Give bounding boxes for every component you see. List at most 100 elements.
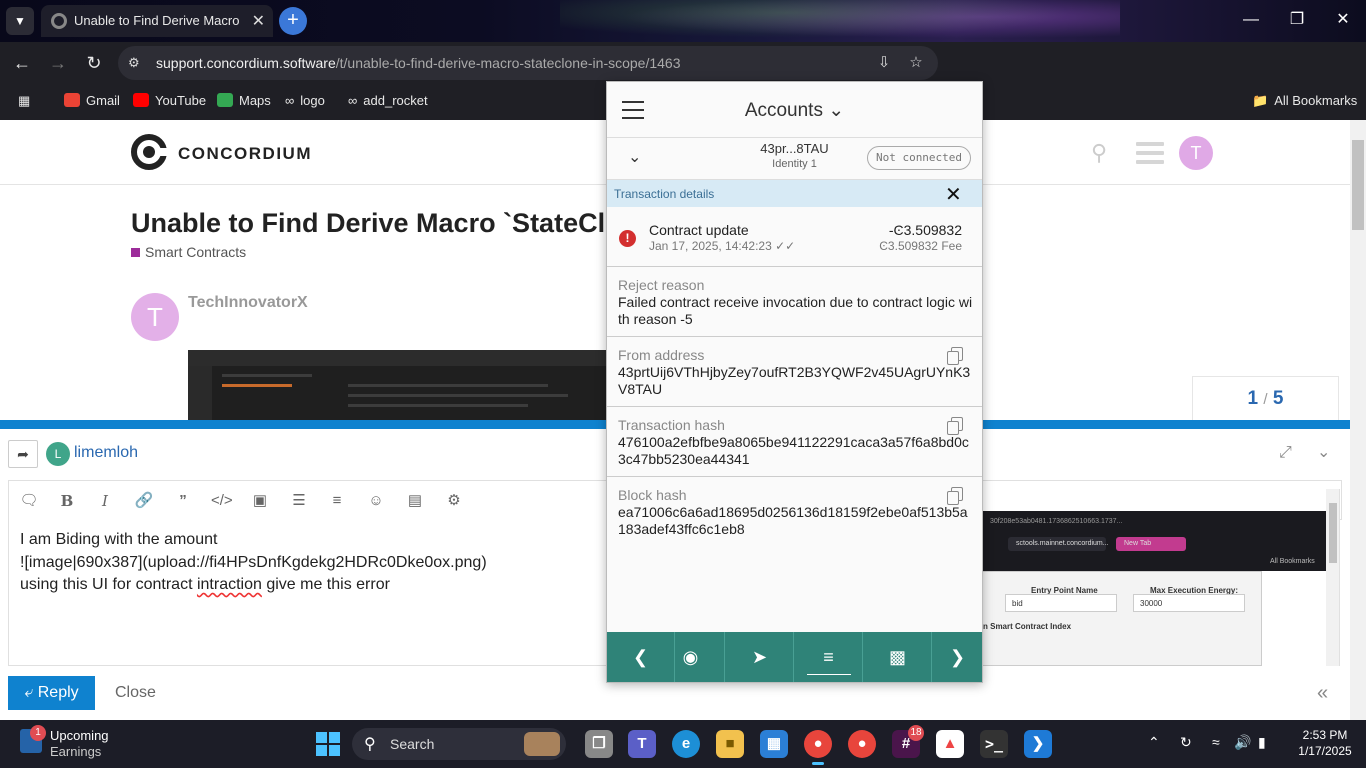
transaction-details-bar: Transaction details ✕ <box>607 180 982 207</box>
browser-tab-active[interactable]: Unable to Find Derive Macro `StateClone`… <box>41 5 273 37</box>
teams-icon[interactable]: T <box>628 730 656 758</box>
reply-share-icon[interactable]: ➦ <box>8 440 38 468</box>
taskbar-clock[interactable]: 2:53 PM 1/17/2025 <box>1290 727 1360 759</box>
wallet-header: Accounts ⌄ <box>607 82 982 138</box>
hamburger-menu-icon[interactable] <box>1136 142 1164 164</box>
italic-icon[interactable]: I <box>95 491 115 511</box>
forward-button[interactable]: → <box>46 51 70 75</box>
bookmark-add-rocket[interactable]: ∞ add_rocket <box>348 93 428 108</box>
copy-icon[interactable] <box>947 347 963 365</box>
volume-icon[interactable]: 🔊 <box>1234 734 1251 751</box>
wifi-icon[interactable]: ≈ <box>1212 734 1220 750</box>
minimize-button[interactable]: — <box>1228 8 1274 34</box>
close-composer-button[interactable]: Close <box>115 684 156 702</box>
editor-line: I am Biding with the amount <box>20 531 218 548</box>
chrome-profile-icon[interactable]: ● <box>848 730 876 758</box>
battery-icon[interactable]: ▮ <box>1258 734 1266 751</box>
post-author-name[interactable]: TechInnovatorX <box>188 294 308 312</box>
widget-title[interactable]: Upcoming <box>50 728 109 743</box>
field-value: 476100a2efbfbe9a8065be941122291caca3a57f… <box>618 434 969 467</box>
quote-bubble-icon[interactable]: 🗨 <box>19 491 39 511</box>
address-bar[interactable]: ⚙ support.concordium.software/t/unable-t… <box>118 46 938 80</box>
bookmark-star-icon[interactable]: ☆ <box>906 53 926 73</box>
calendar-icon[interactable]: ▤ <box>405 491 425 511</box>
nav-transactions-icon[interactable]: ≡ <box>795 632 863 682</box>
preview-address: 30f208e53ab0481.1736862510663.1737... <box>990 518 1123 525</box>
vscode-icon[interactable]: ❯ <box>1024 730 1052 758</box>
bookmark-gmail[interactable]: Gmail <box>64 93 120 108</box>
bold-icon[interactable]: B <box>57 491 77 511</box>
app-icon[interactable]: ▲ <box>936 730 964 758</box>
file-explorer-icon[interactable]: ■ <box>716 730 744 758</box>
transaction-summary: ! Contract update Jan 17, 2025, 14:42:23… <box>607 207 982 267</box>
restore-button[interactable]: ❐ <box>1274 8 1320 34</box>
misspelled-word[interactable]: intraction <box>197 576 262 593</box>
concordium-logo-icon[interactable] <box>131 134 169 170</box>
code-icon[interactable]: </> <box>211 491 233 511</box>
task-view-icon[interactable]: ❐ <box>585 730 613 758</box>
fullscreen-icon[interactable]: ⤢ <box>1279 444 1292 462</box>
all-bookmarks[interactable]: 📁 All Bookmarks <box>1252 93 1357 109</box>
chrome-icon[interactable]: ● <box>804 730 832 765</box>
tab-close-icon[interactable]: ✕ <box>252 11 265 31</box>
terminal-icon[interactable]: >_ <box>980 730 1008 758</box>
bullet-list-icon[interactable]: ☰ <box>289 491 309 511</box>
numbered-list-icon[interactable]: ≡ <box>327 491 347 511</box>
edge-icon[interactable]: e <box>672 730 700 758</box>
preview-field: 30000 <box>1133 594 1245 612</box>
reply-to-user[interactable]: limemloh <box>74 444 138 462</box>
wallet-bottom-nav: ❮ ◉ ➤ ≡ ▩ ❯ <box>607 632 982 682</box>
new-tab-button[interactable]: + <box>279 7 307 35</box>
post-author-avatar[interactable]: T <box>131 293 179 341</box>
wallet-title[interactable]: Accounts ⌄ <box>607 99 982 122</box>
site-info-icon[interactable]: ⚙ <box>128 54 146 72</box>
reply-button[interactable]: ⤶ Reply <box>8 676 95 710</box>
nav-ccd-icon[interactable]: ◉ <box>657 632 725 682</box>
copy-icon[interactable] <box>947 487 963 505</box>
apps-grid-icon[interactable]: ▦ <box>18 93 30 109</box>
preview-scrollbar[interactable] <box>1326 489 1339 666</box>
bookmark-maps[interactable]: Maps <box>217 93 271 108</box>
transaction-amount: -Ͼ3.509832 <box>888 222 962 238</box>
category-color-icon <box>131 248 140 257</box>
user-avatar[interactable]: T <box>1179 136 1213 170</box>
tray-sync-icon[interactable]: ↻ <box>1180 734 1192 751</box>
topic-category[interactable]: Smart Contracts <box>131 244 246 260</box>
settings-gear-icon[interactable]: ⚙ <box>444 491 464 511</box>
maps-icon <box>217 93 233 107</box>
window-close-button[interactable]: ✕ <box>1320 8 1366 34</box>
from-address-field: From address 43prtUij6VThHjbyZey7oufRT2B… <box>607 337 982 407</box>
nav-send-icon[interactable]: ➤ <box>726 632 794 682</box>
page-scrollbar[interactable] <box>1350 120 1366 720</box>
reload-button[interactable]: ↻ <box>82 51 106 75</box>
youtube-icon <box>133 93 149 107</box>
install-app-icon[interactable]: ⇩ <box>874 53 894 73</box>
tab-search-button[interactable]: ▼ <box>6 7 34 35</box>
link-icon[interactable]: 🔗 <box>134 491 154 511</box>
ms-store-icon[interactable]: ▦ <box>760 730 788 758</box>
bookmark-logo[interactable]: ∞ logo <box>285 93 325 108</box>
blockquote-icon[interactable]: ” <box>173 491 193 511</box>
tray-chevron-up-icon[interactable]: ⌃ <box>1148 734 1160 751</box>
back-button[interactable]: ← <box>10 51 34 75</box>
post-screenshot-image[interactable] <box>188 350 608 420</box>
nav-qr-icon[interactable]: ▩ <box>864 632 932 682</box>
image-upload-icon[interactable]: ▣ <box>250 491 270 511</box>
reply-editor[interactable]: I am Biding with the amount ![image|690x… <box>8 519 608 666</box>
close-details-icon[interactable]: ✕ <box>945 182 962 207</box>
transaction-type: Contract update <box>649 222 749 238</box>
double-chevron-left-icon[interactable]: « <box>1317 682 1328 705</box>
collapse-composer-icon[interactable]: ⌄ <box>1317 442 1330 462</box>
emoji-icon[interactable]: ☺ <box>366 491 386 511</box>
copy-icon[interactable] <box>947 417 963 435</box>
url-text: support.concordium.software/t/unable-to-… <box>156 55 681 71</box>
taskbar-search[interactable]: ⚲ Search <box>352 728 566 760</box>
search-icon[interactable]: ⚲ <box>1091 140 1117 166</box>
widget-subtitle[interactable]: Earnings <box>50 744 101 759</box>
windows-start-icon[interactable] <box>316 732 340 756</box>
bookmark-youtube[interactable]: YouTube <box>133 93 206 108</box>
topic-progress[interactable]: 1 / 5 <box>1192 376 1339 420</box>
nav-next-icon[interactable]: ❯ <box>933 632 982 682</box>
site-logo-text[interactable]: CONCORDIUM <box>178 144 312 164</box>
editor-line: ![image|690x387](upload://fi4HPsDnfKgdek… <box>20 553 487 571</box>
